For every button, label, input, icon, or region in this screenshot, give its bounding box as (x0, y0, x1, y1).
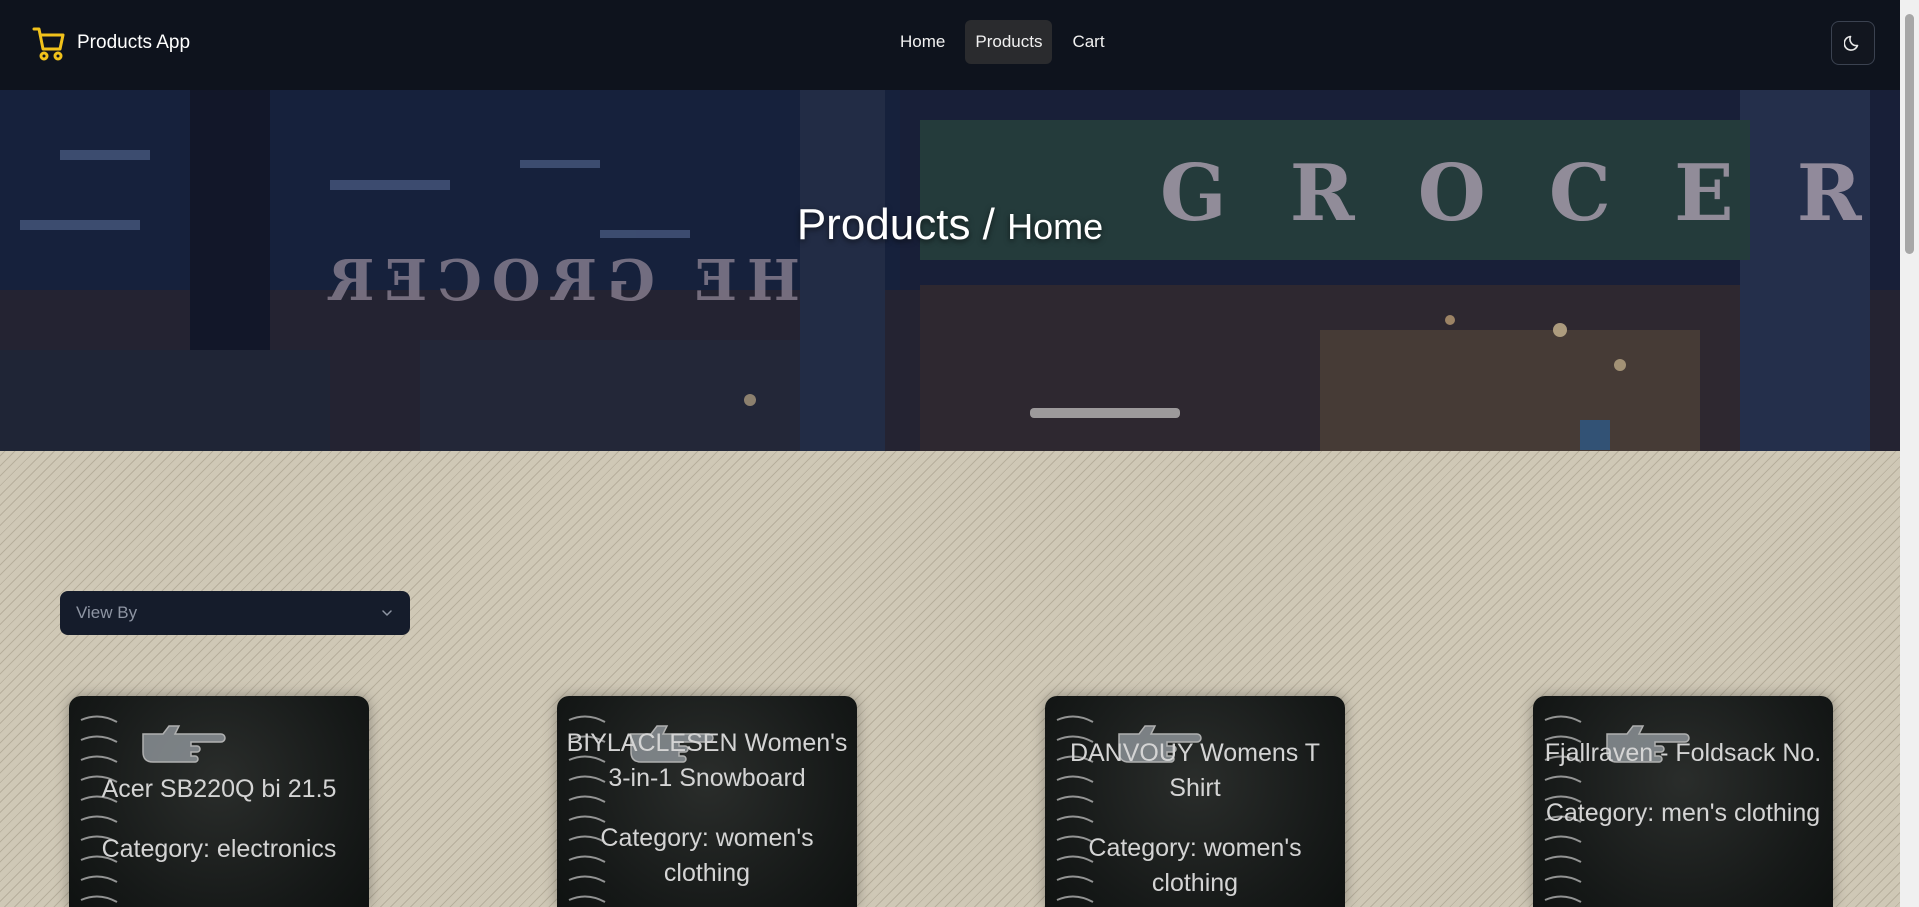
brand[interactable]: Products App (31, 24, 190, 62)
chevron-down-icon (382, 610, 392, 616)
hero-title: Products / Home (0, 200, 1900, 250)
nav-cart-link[interactable]: Cart (1062, 20, 1114, 64)
view-by-placeholder: View By (76, 603, 138, 622)
product-card[interactable]: DANVOUY Womens T Shirt Category: women's… (1045, 696, 1345, 907)
product-title: Fjallraven - Foldsack No. (1544, 739, 1822, 767)
product-card[interactable]: Acer SB220Q bi 21.5 Category: electronic… (69, 696, 369, 907)
product-title: BIYLACLESEN Women's 3-in-1 Snowboard (566, 729, 848, 792)
product-title: Acer SB220Q bi 21.5 (101, 775, 337, 803)
page-scrollbar[interactable] (1900, 0, 1919, 907)
product-category: Category: women's clothing (600, 824, 814, 887)
product-title: DANVOUY Womens T Shirt (1069, 739, 1321, 802)
product-category: Category: electronics (101, 835, 337, 863)
hero-banner: G R O C E R HE GROCER Products / Home (0, 90, 1900, 451)
nav-home-link[interactable]: Home (890, 20, 955, 64)
product-category: Category: women's clothing (1088, 834, 1302, 897)
product-card[interactable]: Fjallraven - Foldsack No. Category: men'… (1533, 696, 1833, 907)
app-title: Products App (77, 32, 191, 53)
nav-products-link[interactable]: Products (965, 20, 1053, 64)
hero-breadcrumb-parent: Products / (796, 200, 995, 249)
scrollbar-thumb[interactable] (1905, 14, 1914, 254)
nav-links: Home Products Cart (890, 20, 1115, 64)
product-card[interactable]: BIYLACLESEN Women's 3-in-1 Snowboard Cat… (557, 696, 857, 907)
hero-breadcrumb-current: Home (1007, 206, 1104, 247)
product-category: Category: men's clothing (1545, 799, 1821, 827)
view-by-select[interactable]: View By (60, 591, 410, 635)
shopping-cart-icon (32, 27, 65, 61)
moon-icon (1844, 35, 1859, 51)
pointing-hand-icon (142, 725, 226, 763)
theme-toggle-button[interactable] (1831, 21, 1875, 65)
top-navbar: Products App Home Products Cart (0, 0, 1900, 90)
